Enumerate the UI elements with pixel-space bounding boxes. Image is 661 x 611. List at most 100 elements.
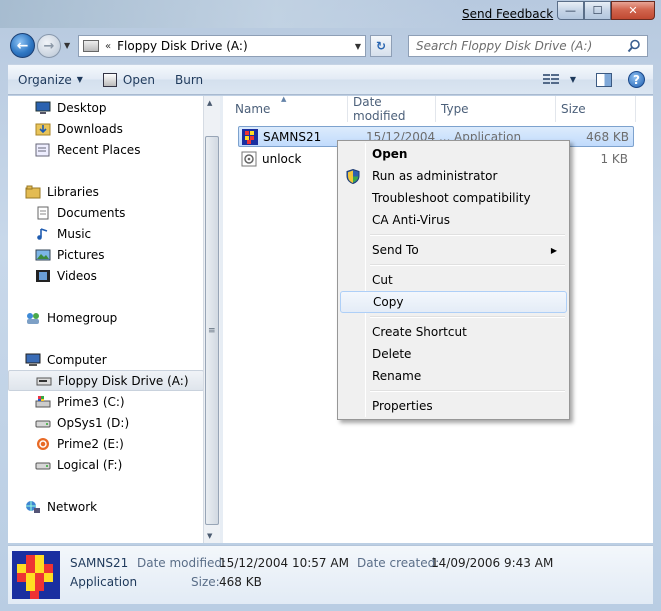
column-type[interactable]: Type <box>436 96 556 122</box>
menu-item-rename[interactable]: Rename <box>340 365 567 387</box>
chevron-down-icon: ▼ <box>76 75 83 84</box>
menu-item-label: Send To <box>372 243 419 257</box>
nav-label: Music <box>57 226 92 241</box>
nav-item-network[interactable]: Network <box>8 496 204 517</box>
view-options-dropdown[interactable]: ▼ <box>563 65 578 94</box>
column-date-modified[interactable]: Date modified <box>348 95 436 123</box>
nav-label: Recent Places <box>57 142 141 157</box>
recent-pages-dropdown[interactable]: ▼ <box>64 41 70 50</box>
menu-item-label: CA Anti-Virus <box>372 213 450 227</box>
column-name[interactable]: ▲ Name <box>223 95 348 122</box>
breadcrumb-overflow[interactable]: « <box>105 41 111 52</box>
nav-item-desktop[interactable]: Desktop <box>8 97 204 118</box>
view-controls: ▼ ? <box>542 65 653 94</box>
nav-item-drive-c[interactable]: Prime3 (C:) <box>8 391 204 412</box>
refresh-button[interactable]: ↻ <box>370 35 392 57</box>
nav-item-recent-places[interactable]: Recent Places <box>8 139 204 160</box>
nav-label: Floppy Disk Drive (A:) <box>58 373 189 388</box>
nav-item-floppy-drive[interactable]: Floppy Disk Drive (A:) <box>8 370 204 391</box>
context-menu: Open Run as administrator Troubleshoot c… <box>337 140 570 420</box>
nav-item-videos[interactable]: Videos <box>8 265 204 286</box>
music-icon <box>37 227 48 240</box>
menu-item-label: Create Shortcut <box>372 325 467 339</box>
file-size: 1 KB <box>600 151 628 166</box>
preview-pane-icon[interactable] <box>596 72 612 87</box>
address-history-dropdown[interactable]: ▼ <box>355 42 361 51</box>
nav-label: Documents <box>57 205 126 220</box>
organize-button[interactable]: Organize ▼ <box>8 65 93 94</box>
nav-item-drive-d[interactable]: OpSys1 (D:) <box>8 412 204 433</box>
search-input[interactable] <box>416 39 621 53</box>
menu-item-ca-anti-virus[interactable]: CA Anti-Virus <box>340 209 567 231</box>
menu-item-label: Copy <box>373 295 404 309</box>
sort-ascending-icon: ▲ <box>281 95 287 103</box>
nav-item-libraries[interactable]: Libraries <box>8 181 204 202</box>
column-label: Type <box>441 102 469 116</box>
nav-item-computer[interactable]: Computer <box>8 349 204 370</box>
menu-item-troubleshoot-compatibility[interactable]: Troubleshoot compatibility <box>340 187 567 209</box>
nav-label: OpSys1 (D:) <box>57 415 130 430</box>
menu-item-label: Properties <box>372 399 433 413</box>
search-box[interactable] <box>408 35 648 57</box>
minimize-icon: — <box>565 4 576 17</box>
open-button[interactable]: Open <box>93 65 165 94</box>
shield-icon <box>346 168 360 184</box>
refresh-icon: ↻ <box>375 39 387 53</box>
hard-drive-icon <box>35 420 51 427</box>
help-icon[interactable]: ? <box>628 71 645 88</box>
menu-item-label: Open <box>372 147 408 161</box>
menu-item-delete[interactable]: Delete <box>340 343 567 365</box>
forward-button[interactable]: → <box>37 34 61 58</box>
pictures-icon <box>35 249 51 260</box>
menu-item-label: Troubleshoot compatibility <box>372 191 531 205</box>
menu-item-run-as-administrator[interactable]: Run as administrator <box>340 165 567 187</box>
downloads-folder-icon <box>35 123 51 135</box>
network-icon <box>26 500 40 513</box>
maximize-button[interactable]: ☐ <box>584 1 611 20</box>
details-size-value: 468 KB <box>219 575 262 589</box>
nav-label: Pictures <box>57 247 105 262</box>
burn-button[interactable]: Burn <box>165 65 213 94</box>
minimize-button[interactable]: — <box>557 1 584 20</box>
menu-item-create-shortcut[interactable]: Create Shortcut <box>340 321 567 343</box>
maximize-icon: ☐ <box>592 4 603 17</box>
nav-item-pictures[interactable]: Pictures <box>8 244 204 265</box>
forward-arrow-icon: → <box>43 38 55 54</box>
scroll-up-icon[interactable]: ▲ <box>207 99 212 107</box>
nav-label: Logical (F:) <box>57 457 123 472</box>
menu-item-open[interactable]: Open <box>340 143 567 165</box>
back-button[interactable]: ← <box>10 33 35 58</box>
scroll-down-icon[interactable]: ▼ <box>207 532 212 540</box>
nav-item-documents[interactable]: Documents <box>8 202 204 223</box>
nav-item-music[interactable]: Music <box>8 223 204 244</box>
column-label: Date modified <box>353 95 406 123</box>
menu-separator <box>370 264 565 266</box>
breadcrumb-current[interactable]: Floppy Disk Drive (A:) <box>117 39 248 53</box>
menu-separator <box>370 316 565 318</box>
file-size: 468 KB <box>586 129 629 144</box>
back-arrow-icon: ← <box>16 37 29 54</box>
nav-item-drive-f[interactable]: Logical (F:) <box>8 454 204 475</box>
nav-item-homegroup[interactable]: Homegroup <box>8 307 204 328</box>
menu-item-cut[interactable]: Cut <box>340 269 567 291</box>
menu-item-send-to[interactable]: Send To ▶ <box>340 239 567 261</box>
scrollbar-grip-icon: ≡ <box>208 326 216 336</box>
navigation-scrollbar[interactable]: ▲ ≡ ▼ <box>203 96 220 543</box>
nav-label: Prime2 (E:) <box>57 436 124 451</box>
details-pane: SAMNS21 Application Date modified: 15/12… <box>8 545 653 604</box>
desktop-icon <box>35 101 51 114</box>
caption-buttons: — ☐ ✕ <box>557 1 655 20</box>
menu-item-copy[interactable]: Copy <box>340 291 567 313</box>
column-header: ▲ Name Date modified Type Size <box>223 95 653 123</box>
nav-item-drive-e[interactable]: Prime2 (E:) <box>8 433 204 454</box>
close-button[interactable]: ✕ <box>611 1 655 20</box>
change-view-icon[interactable] <box>542 73 559 86</box>
nav-item-downloads[interactable]: Downloads <box>8 118 204 139</box>
column-size[interactable]: Size <box>556 96 636 122</box>
documents-icon <box>37 206 49 219</box>
floppy-drive-icon <box>83 40 99 52</box>
menu-item-properties[interactable]: Properties <box>340 395 567 417</box>
send-feedback-link[interactable]: Send Feedback <box>462 7 553 21</box>
search-icon[interactable] <box>627 39 641 53</box>
address-bar[interactable]: « Floppy Disk Drive (A:) ▼ <box>78 35 366 57</box>
